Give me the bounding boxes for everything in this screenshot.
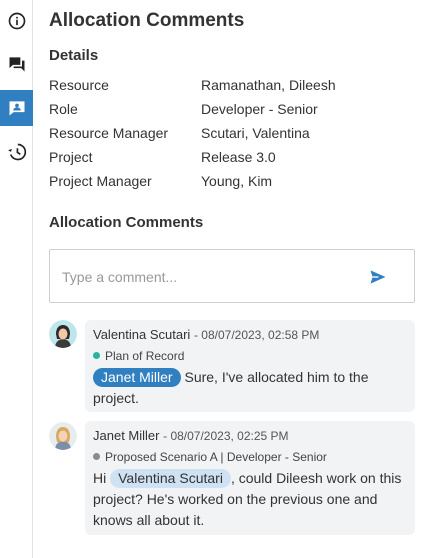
detail-row-resource: Resource Ramanathan, Dileesh bbox=[49, 77, 419, 97]
detail-row-resource-manager: Resource Manager Scutari, Valentina bbox=[49, 125, 419, 145]
contact-card-icon bbox=[9, 101, 24, 116]
user-mention[interactable]: Janet Miller bbox=[93, 368, 181, 387]
comment-card: Janet Miller - 08/07/2023, 02:25 PM Prop… bbox=[85, 421, 415, 535]
detail-value: Young, Kim bbox=[201, 173, 273, 189]
comments-icon bbox=[9, 57, 24, 72]
detail-row-project-manager: Project Manager Young, Kim bbox=[49, 173, 419, 193]
comments-tab[interactable] bbox=[0, 46, 33, 82]
detail-value: Developer - Senior bbox=[201, 101, 318, 117]
comment-text: Janet Miller Sure, I've allocated him to… bbox=[93, 367, 411, 409]
comments-heading: Allocation Comments bbox=[49, 214, 204, 231]
detail-label: Resource Manager bbox=[49, 125, 169, 141]
info-tab[interactable] bbox=[0, 3, 33, 39]
history-icon bbox=[7, 143, 26, 161]
send-icon[interactable] bbox=[368, 267, 388, 287]
avatar bbox=[49, 320, 77, 348]
detail-label: Project bbox=[49, 149, 93, 165]
history-tab[interactable] bbox=[0, 134, 33, 170]
side-rail bbox=[0, 0, 33, 558]
avatar bbox=[49, 422, 77, 450]
comment-card: Valentina Scutari - 08/07/2023, 02:58 PM… bbox=[85, 320, 415, 412]
detail-value: Release 3.0 bbox=[201, 149, 276, 165]
status-dot bbox=[93, 352, 100, 359]
comment-author: Janet Miller bbox=[93, 428, 160, 443]
detail-row-role: Role Developer - Senior bbox=[49, 101, 419, 121]
user-mention[interactable]: Valentina Scutari bbox=[110, 469, 231, 488]
detail-label: Resource bbox=[49, 77, 109, 93]
allocation-comments-tab[interactable] bbox=[0, 90, 33, 126]
comment-input[interactable] bbox=[62, 266, 352, 288]
comment-prefix: Hi bbox=[93, 470, 107, 486]
comment-header: Janet Miller - 08/07/2023, 02:25 PM bbox=[93, 428, 289, 443]
detail-label: Role bbox=[49, 101, 78, 117]
detail-row-project: Project Release 3.0 bbox=[49, 149, 419, 169]
scenario-label: Plan of Record bbox=[105, 349, 185, 363]
scenario-label: Proposed Scenario A | Developer - Senior bbox=[105, 450, 327, 464]
detail-value: Ramanathan, Dileesh bbox=[201, 77, 336, 93]
status-dot bbox=[93, 453, 100, 460]
comment-scenario-tag: Plan of Record bbox=[93, 349, 184, 363]
comment-timestamp: 08/07/2023, 02:25 PM bbox=[170, 429, 289, 443]
page-title: Allocation Comments bbox=[49, 10, 245, 31]
comment-author: Valentina Scutari bbox=[93, 327, 191, 342]
detail-value: Scutari, Valentina bbox=[201, 125, 310, 141]
info-icon bbox=[8, 12, 25, 30]
comment-composer bbox=[49, 249, 415, 303]
comment-scenario-tag: Proposed Scenario A | Developer - Senior bbox=[93, 450, 327, 464]
comment-header: Valentina Scutari - 08/07/2023, 02:58 PM bbox=[93, 327, 320, 342]
detail-label: Project Manager bbox=[49, 173, 152, 189]
details-heading: Details bbox=[49, 47, 99, 64]
comment-timestamp: 08/07/2023, 02:58 PM bbox=[201, 328, 320, 342]
comment-text: Hi Valentina Scutari, could Dileesh work… bbox=[93, 468, 411, 531]
